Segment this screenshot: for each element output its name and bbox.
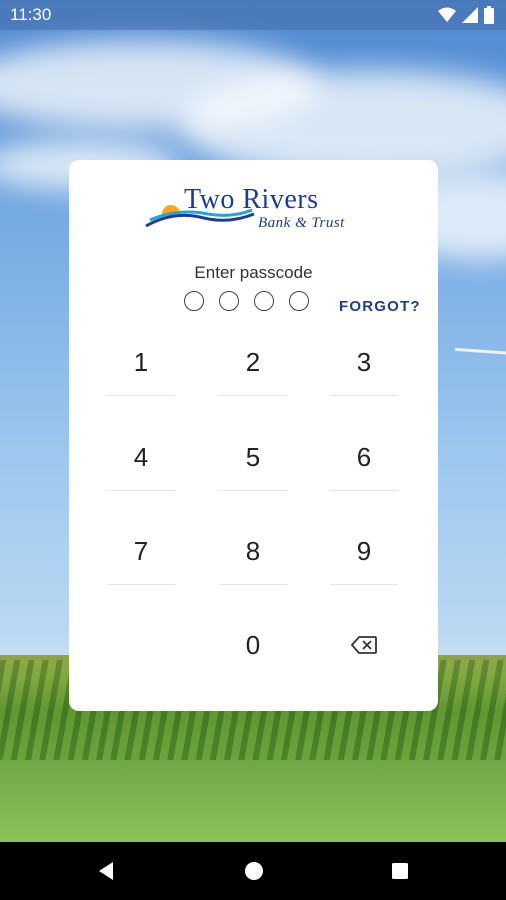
backspace-icon [350,636,377,654]
wifi-icon [438,7,456,22]
bank-name: Two Rivers [184,184,319,215]
forgot-passcode-link[interactable]: FORGOT? [339,298,421,315]
passcode-dot [289,291,309,311]
bank-tagline: Bank & Trust [258,215,345,231]
key-4[interactable]: 4 [107,431,175,491]
key-0[interactable]: 0 [219,619,287,679]
bank-logo: Two Rivers Bank & Trust [144,184,374,234]
home-icon[interactable] [244,861,264,881]
cell-signal-icon [462,7,478,23]
passcode-dot [219,291,239,311]
grass [0,760,506,842]
passcode-dot [184,291,204,311]
recents-icon[interactable] [391,861,409,881]
status-time: 11:30 [10,5,52,24]
key-1[interactable]: 1 [107,336,175,396]
passcode-dot [254,291,274,311]
passcode-prompt: Enter passcode [194,263,313,282]
backspace-key[interactable] [330,619,398,679]
key-8[interactable]: 8 [219,525,287,585]
key-3[interactable]: 3 [330,336,398,396]
key-5[interactable]: 5 [219,431,287,491]
key-9[interactable]: 9 [330,525,398,585]
navigation-bar [0,842,506,900]
battery-icon [484,6,494,24]
status-bar: 11:30 [0,0,506,30]
back-icon[interactable] [96,861,116,881]
key-7[interactable]: 7 [107,525,175,585]
passcode-dots [184,291,309,311]
key-6[interactable]: 6 [330,431,398,491]
key-2[interactable]: 2 [219,336,287,396]
wind-turbine-blade [454,347,506,356]
passcode-card: Two Rivers Bank & Trust Enter passcode F… [69,160,438,711]
